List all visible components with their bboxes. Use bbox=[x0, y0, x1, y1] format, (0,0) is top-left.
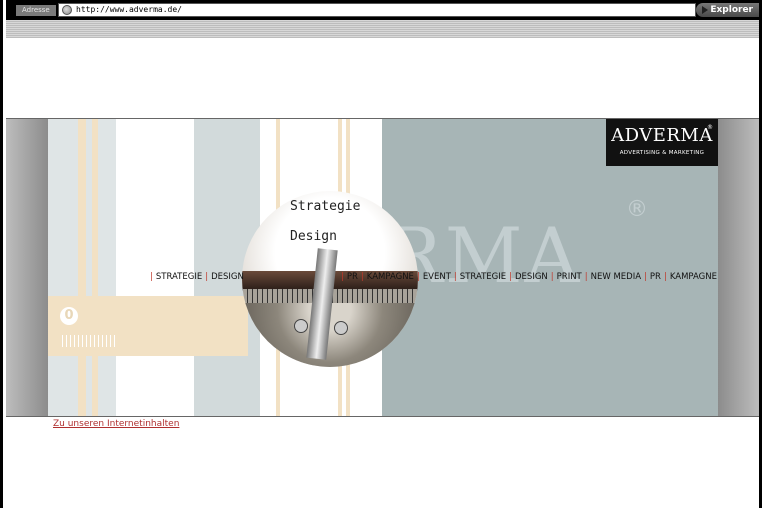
menu-separator: | bbox=[644, 272, 647, 282]
url-text: http://www.adverma.de/ bbox=[76, 5, 182, 14]
globe-icon bbox=[62, 5, 72, 15]
banner-left-shadow bbox=[6, 119, 48, 416]
menu-separator: | bbox=[584, 272, 588, 282]
stripe bbox=[48, 119, 78, 416]
stripe bbox=[78, 119, 86, 416]
logo-wordmark: ADVERMA bbox=[611, 125, 713, 146]
menu-item-kampagne: KAMPAGNE bbox=[669, 272, 717, 282]
screw-icon bbox=[294, 319, 308, 333]
menu-item-strategie: STRATEGIE bbox=[155, 272, 203, 282]
menu-item-design: DESIGN bbox=[211, 272, 244, 282]
menu-separator: | bbox=[150, 272, 153, 282]
address-label: Adresse bbox=[16, 5, 56, 16]
circle-text-strategie: Strategie bbox=[290, 199, 361, 214]
zero-badge: 0 bbox=[60, 307, 78, 325]
browser-window: Adresse http://www.adverma.de/ Explorer bbox=[0, 0, 762, 508]
menu-item-design: DESIGN bbox=[515, 272, 548, 282]
enter-site-link[interactable]: Zu unseren Internetinhalten bbox=[53, 419, 179, 429]
menu-item-event: EVENT bbox=[422, 272, 451, 282]
logo-registered-mark: ® bbox=[707, 124, 713, 131]
menu-item-print: PRINT bbox=[556, 272, 582, 282]
screw-icon bbox=[334, 321, 348, 335]
menu-separator: | bbox=[416, 272, 420, 282]
menu-item-kampagne: KAMPAGNE bbox=[366, 272, 414, 282]
tick-marks bbox=[62, 335, 118, 347]
beige-band bbox=[48, 296, 248, 356]
menu-item-pr: PR bbox=[649, 272, 661, 282]
ticker-menu-left: | STRATEGIE | DESIGN bbox=[147, 272, 244, 282]
menu-separator: | bbox=[550, 272, 554, 282]
url-field[interactable]: http://www.adverma.de/ bbox=[58, 3, 696, 17]
menu-separator: | bbox=[509, 272, 513, 282]
menu-separator: | bbox=[453, 272, 457, 282]
menu-item-pr: PR bbox=[346, 272, 358, 282]
toolbar-strip bbox=[6, 20, 759, 39]
explorer-button[interactable]: Explorer bbox=[696, 3, 759, 17]
logo-tagline: ADVERTISING & MARKETING bbox=[619, 150, 705, 156]
explorer-button-label: Explorer bbox=[710, 5, 753, 15]
intro-animation[interactable]: 0 ERMA ® Strategie Design | STRATEGIE | DES… bbox=[48, 119, 718, 416]
menu-separator: | bbox=[663, 272, 667, 282]
watermark-registered-mark: ® bbox=[626, 197, 648, 222]
arrow-right-icon bbox=[702, 6, 708, 14]
flash-banner: 0 ERMA ® Strategie Design | STRATEGIE | DES… bbox=[6, 118, 759, 417]
ticker-menu-right: | PR | KAMPAGNE | EVENT | STRATEGIE | DESIGN | PRIN… bbox=[338, 272, 717, 282]
address-bar: Adresse http://www.adverma.de/ Explorer bbox=[6, 0, 759, 20]
top-blank-area bbox=[6, 38, 759, 118]
circle-text-design: Design bbox=[290, 229, 337, 244]
stripe bbox=[98, 119, 116, 416]
menu-separator: | bbox=[341, 272, 344, 282]
stripe bbox=[116, 119, 194, 416]
menu-item-new-media: NEW MEDIA bbox=[590, 272, 642, 282]
menu-separator: | bbox=[360, 272, 364, 282]
menu-separator: | bbox=[205, 272, 209, 282]
menu-item-strategie: STRATEGIE bbox=[459, 272, 507, 282]
adverma-logo: ADVERMA ® ADVERTISING & MARKETING bbox=[606, 119, 718, 166]
banner-right-shadow bbox=[718, 119, 759, 416]
